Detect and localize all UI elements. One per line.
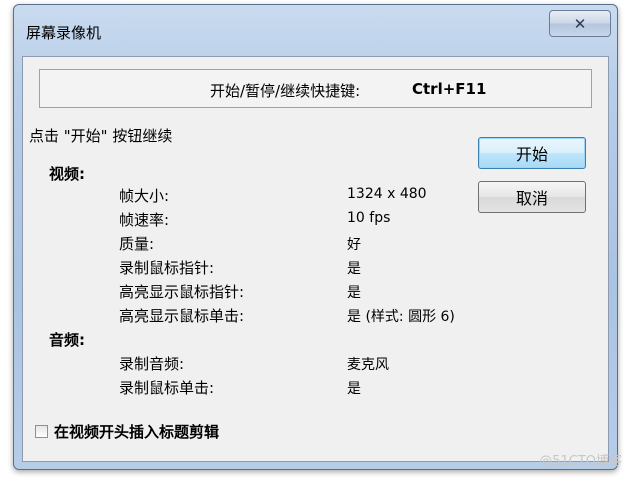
title-bar[interactable]: 屏幕录像机 ✕ bbox=[14, 5, 617, 53]
cancel-button[interactable]: 取消 bbox=[478, 181, 586, 213]
highlight-click-label: 高亮显示鼠标单击: bbox=[119, 307, 245, 325]
highlight-cursor-value: 是 bbox=[347, 285, 361, 301]
record-cursor-label: 录制鼠标指针: bbox=[119, 259, 215, 277]
highlight-cursor-label: 高亮显示鼠标指针: bbox=[119, 283, 245, 301]
close-icon: ✕ bbox=[573, 14, 587, 33]
hotkey-value: Ctrl+F11 bbox=[412, 80, 487, 98]
dialog-body: 开始/暂停/继续快捷键: Ctrl+F11 点击 "开始" 按钮继续 视频: 帧… bbox=[22, 56, 609, 462]
window-title: 屏幕录像机 bbox=[26, 24, 102, 42]
quality-label: 质量: bbox=[119, 235, 155, 253]
highlight-click-value: 是 (样式: 圆形 6) bbox=[347, 309, 455, 325]
record-audio-value: 麦克风 bbox=[347, 357, 389, 373]
record-cursor-value: 是 bbox=[347, 261, 361, 277]
record-click-label: 录制鼠标单击: bbox=[119, 379, 215, 397]
frame-rate-label: 帧速率: bbox=[119, 211, 170, 229]
frame-size-value: 1324 x 480 bbox=[347, 186, 427, 202]
screen-recorder-window: 屏幕录像机 ✕ 开始/暂停/继续快捷键: Ctrl+F11 点击 "开始" 按钮… bbox=[13, 4, 618, 470]
close-button[interactable]: ✕ bbox=[549, 10, 611, 37]
record-audio-label: 录制音频: bbox=[119, 355, 185, 373]
quality-value: 好 bbox=[347, 237, 361, 253]
insert-title-clip-label: 在视频开头插入标题剪辑 bbox=[54, 423, 220, 441]
hotkey-panel: 开始/暂停/继续快捷键: Ctrl+F11 bbox=[39, 69, 592, 108]
record-click-value: 是 bbox=[347, 381, 361, 397]
watermark: @51CTO博客 bbox=[539, 454, 622, 469]
hint-text: 点击 "开始" 按钮继续 bbox=[29, 127, 173, 145]
insert-title-clip-checkbox[interactable] bbox=[35, 425, 48, 438]
hotkey-label: 开始/暂停/继续快捷键: bbox=[210, 82, 361, 100]
frame-size-label: 帧大小: bbox=[119, 187, 170, 205]
video-section-title: 视频: bbox=[49, 165, 85, 183]
frame-rate-value: 10 fps bbox=[347, 210, 391, 226]
start-button[interactable]: 开始 bbox=[478, 137, 586, 169]
audio-section-title: 音频: bbox=[49, 331, 85, 349]
insert-title-clip-option[interactable]: 在视频开头插入标题剪辑 bbox=[35, 421, 219, 442]
